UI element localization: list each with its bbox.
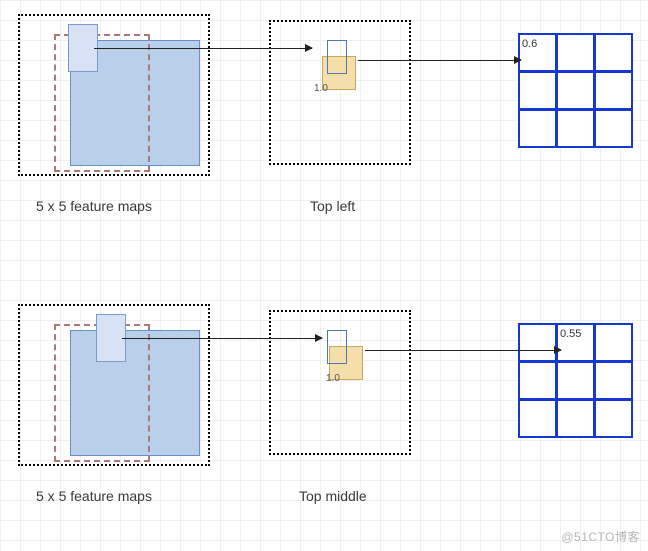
- grid-cell-b5: [594, 361, 633, 400]
- grid-cell-7: [556, 109, 595, 148]
- feature-map-panel-top: [18, 14, 210, 176]
- grid-cell-2: [594, 33, 633, 72]
- grid-cell-b0: [518, 323, 557, 362]
- grid-cell-6: [518, 109, 557, 148]
- grid-cell-b3: [518, 361, 557, 400]
- arrow-mid-to-grid-top: [358, 60, 521, 61]
- grid-cell-b7: [556, 399, 595, 438]
- crop-caption-bottom: Top middle: [299, 488, 367, 504]
- output-grid-bottom: 0.55: [519, 324, 633, 438]
- crop-caption-top: Top left: [310, 198, 355, 214]
- sliding-value-label-bottom: 1.0: [326, 373, 340, 384]
- grid-cell-b4: [556, 361, 595, 400]
- watermark: @51CTO博客: [561, 528, 640, 545]
- grid-cell-8: [594, 109, 633, 148]
- feature-map-caption-bottom: 5 x 5 feature maps: [36, 488, 152, 504]
- grid-cell-4: [556, 71, 595, 110]
- feature-map-panel-bottom: [18, 304, 210, 466]
- crop-blue-outline-b: [327, 330, 347, 364]
- arrow-left-to-mid-bottom: [122, 338, 322, 339]
- diagram-page: 5 x 5 feature maps 1.0 Top left 0.6 5 x …: [0, 0, 648, 551]
- sliding-value-label-top: 1.0: [314, 83, 328, 94]
- grid-cell-b1: 0.55: [556, 323, 595, 362]
- grid-cell-b6: [518, 399, 557, 438]
- output-value-bottom: 0.55: [560, 328, 581, 340]
- feature-map-caption-top: 5 x 5 feature maps: [36, 198, 152, 214]
- arrow-left-to-mid-top: [94, 48, 312, 49]
- crop-blue-outline: [327, 40, 347, 74]
- grid-cell-b2: [594, 323, 633, 362]
- crop-panel-bottom: 1.0: [269, 310, 411, 455]
- output-value-top: 0.6: [522, 38, 537, 50]
- crop-panel-top: 1.0: [269, 20, 411, 165]
- grid-cell-3: [518, 71, 557, 110]
- grid-cell-5: [594, 71, 633, 110]
- arrow-mid-to-grid-bottom: [365, 350, 561, 351]
- grid-cell-b8: [594, 399, 633, 438]
- grid-cell-1: [556, 33, 595, 72]
- output-grid-top: 0.6: [519, 34, 633, 148]
- grid-cell-0: 0.6: [518, 33, 557, 72]
